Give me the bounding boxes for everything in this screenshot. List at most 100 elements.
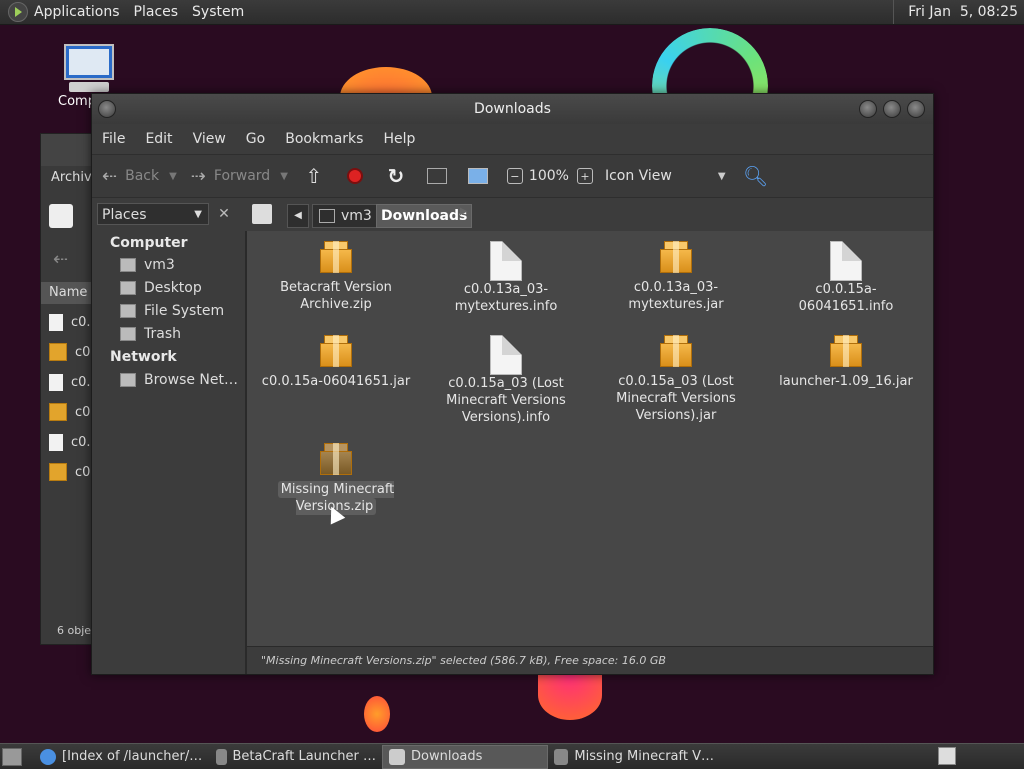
file-item[interactable]: c0.0.13a_03-mytextures.info — [431, 241, 581, 315]
side-pane-select[interactable]: Places ▼ — [97, 203, 209, 225]
forward-button[interactable]: ⇢ Forward ▼ — [191, 166, 288, 187]
task-downloads[interactable]: Downloads — [382, 744, 548, 769]
file-item[interactable]: c0.0.13a_03-mytextures.jar — [601, 241, 751, 313]
workspace-switcher-icon[interactable] — [938, 747, 956, 765]
reload-button[interactable]: ↻ — [384, 164, 408, 188]
task-betacraft-launcher[interactable]: BetaCraft Launcher … — [210, 746, 382, 768]
forward-label: Forward — [213, 168, 271, 184]
archive-icon — [554, 748, 569, 765]
sidebar-item-file-system[interactable]: File System — [120, 303, 224, 319]
file-icon — [49, 433, 63, 451]
file-item[interactable]: launcher-1.09_16.jar — [771, 335, 921, 390]
clock[interactable]: Fri Jan 5, 08:25 — [893, 0, 1024, 24]
file-name: c0.0.15a-06041651.info — [798, 282, 894, 314]
zoom-out-button[interactable]: − — [506, 168, 523, 184]
sidebar-item-browse-network[interactable]: Browse Net… — [120, 372, 238, 388]
close-pane-icon[interactable]: ✕ — [214, 204, 234, 224]
view-mode-select[interactable]: Icon View ▼ — [605, 168, 726, 184]
breadcrumb-label: vm3 — [341, 208, 372, 224]
file-name: c0.0.15a_03 (Lost Minecraft Versions Ver… — [446, 376, 566, 425]
task-missing-minecraft[interactable]: Missing Minecraft V… — [548, 746, 720, 768]
back-label: Back — [125, 168, 160, 184]
sidebar-item-vm3[interactable]: vm3 — [120, 257, 175, 273]
zoom-in-button[interactable]: + — [576, 168, 593, 184]
computer-button[interactable] — [466, 164, 490, 188]
back-button[interactable]: ⇠ Back ▼ — [102, 166, 177, 187]
menu-places[interactable]: Places — [134, 4, 179, 20]
menu-edit[interactable]: Edit — [145, 131, 172, 147]
minimize-icon[interactable] — [859, 100, 877, 118]
network-icon — [120, 373, 136, 387]
search-button[interactable]: 🔍︎ — [742, 164, 769, 188]
home-folder-icon — [426, 168, 447, 184]
back-arrow-icon[interactable]: ⇠ — [53, 249, 68, 270]
chevron-down-icon[interactable]: ▼ — [169, 171, 177, 182]
file-item[interactable]: c0.0.15a_03 (Lost Minecraft Versions Ver… — [431, 335, 581, 426]
sidebar-header-network: Network — [110, 349, 177, 365]
distro-logo-icon[interactable] — [8, 2, 28, 22]
edit-location-icon[interactable] — [252, 204, 272, 224]
toolbar: ⇠ Back ▼ ⇢ Forward ▼ ⇧ ↻ − 100% + Icon V… — [92, 154, 933, 197]
monitor-icon — [64, 44, 114, 80]
package-icon — [320, 443, 352, 475]
file-name: launcher-1.09_16.jar — [779, 374, 913, 389]
task-label: Missing Minecraft V… — [574, 749, 714, 764]
file-item[interactable]: Betacraft Version Archive.zip — [261, 241, 411, 313]
menu-bookmarks[interactable]: Bookmarks — [285, 131, 363, 147]
up-button[interactable]: ⇧ — [302, 164, 326, 188]
package-icon — [320, 335, 352, 367]
menu-help[interactable]: Help — [383, 131, 415, 147]
home-folder-icon — [120, 258, 136, 272]
sidebar-item-desktop[interactable]: Desktop — [120, 280, 202, 296]
chevron-down-icon[interactable]: ▼ — [280, 171, 288, 182]
file-item[interactable]: c0.0.15a_03 (Lost Minecraft Versions Ver… — [601, 335, 751, 424]
file-icon-view[interactable]: Betacraft Version Archive.zip c0.0.13a_0… — [247, 231, 933, 646]
menu-go[interactable]: Go — [246, 131, 265, 147]
clock-text: Fri Jan 5, 08:25 — [908, 4, 1018, 20]
file-icon — [49, 313, 63, 331]
task-label: BetaCraft Launcher … — [232, 749, 377, 764]
file-item[interactable]: c0.0.15a-06041651.info — [771, 241, 921, 315]
package-icon — [660, 241, 692, 273]
sidebar-item-label: vm3 — [144, 257, 175, 273]
home-button[interactable] — [425, 164, 449, 188]
breadcrumb-vm3[interactable]: vm3 — [312, 204, 379, 228]
maximize-icon[interactable] — [883, 100, 901, 118]
document-icon — [490, 241, 522, 281]
back-arrow-icon: ⇠ — [102, 165, 118, 187]
breadcrumb-downloads[interactable]: Downloads — [376, 204, 473, 228]
desktop-folder-icon — [120, 281, 136, 295]
search-icon: 🔍︎ — [742, 164, 769, 188]
package-icon — [320, 241, 352, 273]
browser-icon — [40, 748, 56, 765]
breadcrumb-left-icon[interactable]: ◀ — [287, 204, 309, 228]
menu-file[interactable]: File — [102, 131, 125, 147]
file-name: c0.0.13a_03-mytextures.jar — [628, 280, 724, 312]
file-manager-window[interactable]: Downloads File Edit View Go Bookmarks He… — [91, 93, 934, 675]
file-item[interactable]: c0.0.15a-06041651.jar — [261, 335, 411, 390]
menu-view[interactable]: View — [193, 131, 226, 147]
sidebar-item-trash[interactable]: Trash — [120, 326, 181, 342]
close-icon[interactable] — [907, 100, 925, 118]
list-item-label: c0. — [71, 374, 91, 390]
window-menu-icon[interactable] — [98, 100, 116, 118]
package-icon — [49, 403, 67, 421]
view-mode-label: Icon View — [604, 168, 672, 184]
extract-icon[interactable] — [49, 204, 73, 228]
sidebar-item-label: Trash — [144, 326, 181, 342]
package-icon — [49, 343, 67, 361]
menu-applications[interactable]: Applications — [34, 4, 120, 20]
window-titlebar[interactable]: Downloads — [92, 94, 933, 124]
sidebar-header-computer: Computer — [110, 235, 188, 251]
trash-icon — [120, 327, 136, 341]
show-desktop-icon[interactable] — [2, 748, 22, 766]
chevron-down-icon: ▼ — [717, 170, 726, 182]
up-arrow-icon: ⇧ — [305, 164, 323, 188]
stop-button[interactable] — [343, 164, 367, 188]
wallpaper-shape-pink — [538, 670, 602, 720]
task-index-of-launcher[interactable]: [Index of /launcher/… — [34, 746, 210, 768]
reload-icon: ↻ — [387, 164, 405, 188]
menu-system[interactable]: System — [192, 4, 244, 20]
file-name: Betacraft Version Archive.zip — [280, 280, 392, 312]
breadcrumb-right-icon[interactable]: ▶ — [460, 206, 468, 217]
